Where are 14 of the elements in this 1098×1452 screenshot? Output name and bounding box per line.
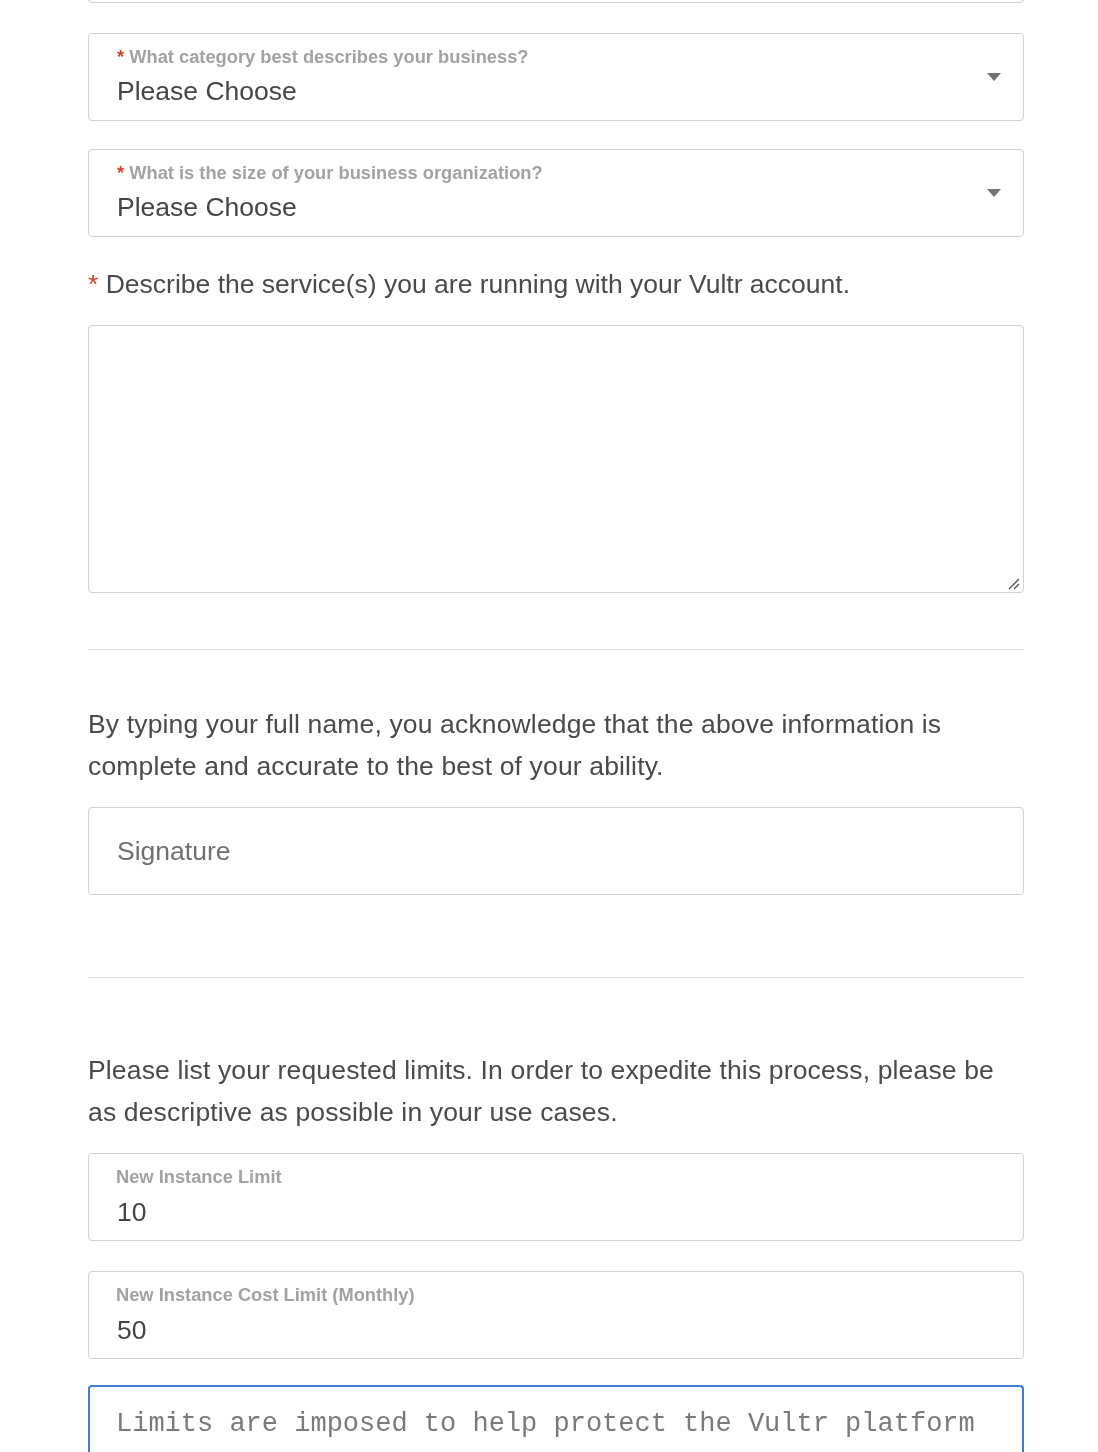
dropdown-field[interactable]: * What category best describes your business? Please Choose xyxy=(88,33,1024,121)
dropdown-field[interactable]: * What is the size of your business organization? Please Choose xyxy=(88,149,1024,237)
instruction-text: Please list your requested limits. In order to expedite this process, please be as descriptive as possible in your use cases. xyxy=(88,1054,995,1129)
signature-field[interactable]: Signature xyxy=(88,807,1024,895)
caret-icon xyxy=(987,189,1001,197)
caret-icon xyxy=(987,73,1001,81)
field-label: * What category best describes your business? xyxy=(117,45,530,69)
resize-handle-icon[interactable] xyxy=(1008,578,1020,590)
field-label: New Instance Cost Limit (Monthly) xyxy=(116,1283,415,1307)
question-text: * Describe the service(s) you are running with your Vultr account. xyxy=(88,268,851,301)
instruction-text: By typing your full name, you acknowledge that the above information is complete and accurate to the best of your ability. xyxy=(88,708,943,783)
field-label: * What is the size of your business organization? xyxy=(117,161,544,185)
textarea-field[interactable]: Limits are imposed to help protect the Vultr platform xyxy=(88,1385,1024,1452)
field-label: New Instance Limit xyxy=(116,1165,282,1189)
